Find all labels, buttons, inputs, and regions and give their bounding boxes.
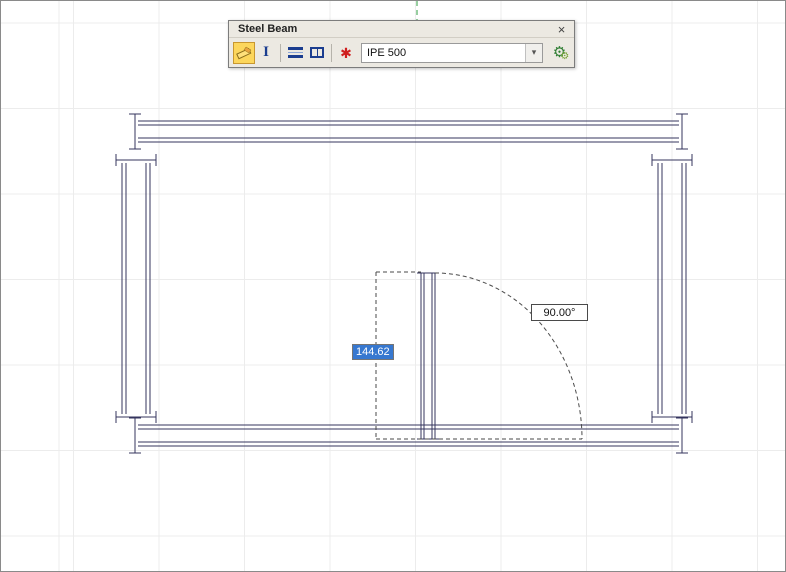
toolbar-separator (280, 44, 281, 62)
beam-sketch-icon (235, 44, 253, 62)
close-icon[interactable]: × (554, 22, 569, 36)
palette-titlebar[interactable]: Steel Beam × (229, 21, 574, 38)
settings-button[interactable]: ⚙ ⚙ (548, 42, 574, 64)
bottom-beam[interactable] (129, 418, 688, 453)
profile-value: IPE 500 (362, 44, 525, 62)
red-asterisk-icon: ✱ (340, 46, 352, 60)
profile-select[interactable]: IPE 500 ▾ (361, 43, 543, 63)
create-beam-button[interactable] (233, 42, 255, 64)
palette-title: Steel Beam (238, 23, 554, 35)
toolbar-separator (331, 44, 332, 62)
i-section-icon: I (263, 45, 269, 60)
i-section-button[interactable]: I (255, 42, 277, 64)
new-beam[interactable] (417, 273, 439, 439)
angle-input[interactable]: 90.00° (531, 304, 588, 321)
steel-beam-palette: Steel Beam × I ✱ (228, 20, 575, 68)
top-beam[interactable] (129, 114, 688, 149)
cad-window: 144.62 90.00° Steel Beam × I (0, 0, 786, 572)
left-column[interactable] (116, 154, 156, 423)
chevron-down-icon[interactable]: ▾ (525, 44, 542, 62)
cancel-button[interactable]: ✱ (335, 42, 357, 64)
beam-elevation-button[interactable] (284, 42, 306, 64)
angle-arc (435, 273, 582, 439)
gear-icon-small: ⚙ (560, 52, 569, 62)
drawing-canvas[interactable]: 144.62 90.00° (1, 1, 785, 571)
beam-elevation-icon (288, 47, 303, 58)
beam-frame-button[interactable] (306, 42, 328, 64)
drawing-svg (1, 1, 785, 571)
frame-view-icon (310, 47, 324, 58)
construction-lines (376, 272, 582, 439)
length-input[interactable]: 144.62 (352, 344, 394, 360)
palette-toolbar: I ✱ IPE 500 ▾ ⚙ ⚙ (229, 38, 574, 67)
right-column[interactable] (652, 154, 692, 423)
